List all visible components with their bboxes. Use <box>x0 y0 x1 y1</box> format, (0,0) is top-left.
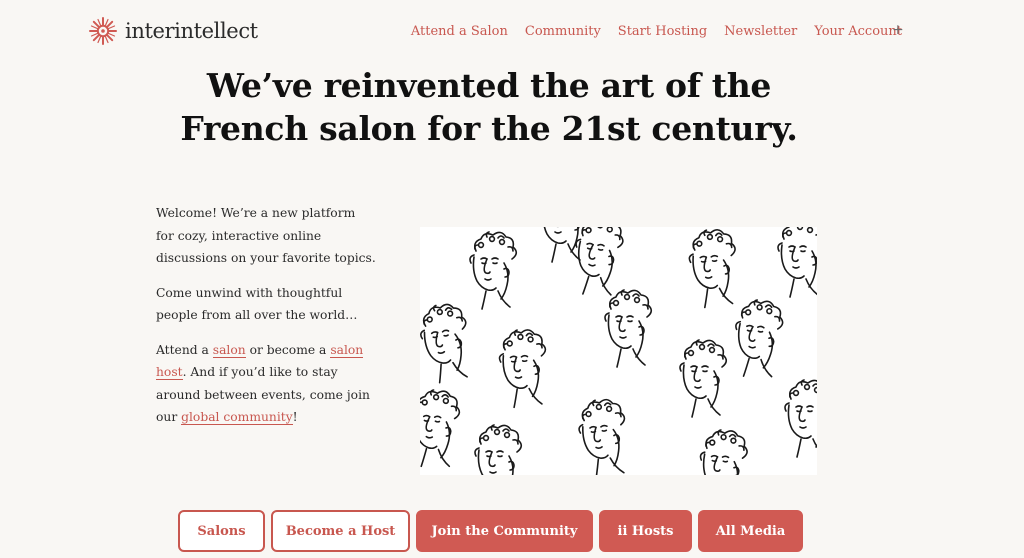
become-a-host-button[interactable]: Become a Host <box>271 510 410 552</box>
ii-hosts-button[interactable]: ii Hosts <box>599 510 692 552</box>
nav-item-newsletter[interactable]: Newsletter <box>724 24 797 39</box>
intro-copy: Welcome! We’re a new platform for cozy, … <box>156 202 376 441</box>
intro-paragraph-1: Welcome! We’re a new platform for cozy, … <box>156 206 376 265</box>
nav-item-community[interactable]: Community <box>525 24 601 39</box>
page: interintellect Attend a Salon Community … <box>0 0 1024 558</box>
cta-button-row: Salons Become a Host Join the Community … <box>178 510 803 552</box>
intro-paragraph-2: Come unwind with thoughtful people from … <box>156 285 358 323</box>
nav-expand-icon[interactable]: + <box>892 22 904 38</box>
site-logo[interactable]: interintellect <box>88 16 258 46</box>
line-drawn-classical-heads-pattern <box>420 227 817 475</box>
headline-line-2: French salon for the 21st century. <box>180 109 798 148</box>
nav-item-your-account[interactable]: Your Account <box>814 24 902 39</box>
all-media-button[interactable]: All Media <box>698 510 803 552</box>
main-nav: Attend a Salon Community Start Hosting N… <box>411 24 902 39</box>
intro-text: ! <box>292 410 298 424</box>
salons-button[interactable]: Salons <box>178 510 265 552</box>
brand-name: interintellect <box>125 19 258 43</box>
global-community-link[interactable]: global community <box>181 410 293 425</box>
star-burst-icon <box>89 17 117 45</box>
intro-text: Attend a <box>156 342 213 357</box>
salon-link[interactable]: salon <box>212 342 246 358</box>
classical-heads-illustration <box>420 227 817 475</box>
headline-line-1: We’ve reinvented the art of the <box>206 66 772 105</box>
join-the-community-button[interactable]: Join the Community <box>416 510 593 552</box>
page-headline: We’ve reinvented the art of the French s… <box>0 64 978 150</box>
nav-item-attend-a-salon[interactable]: Attend a Salon <box>411 24 508 39</box>
intro-paragraph-3: Attend a salon or become a salon host. A… <box>156 339 376 429</box>
intro-text: or become a <box>245 342 331 357</box>
nav-item-start-hosting[interactable]: Start Hosting <box>618 24 707 39</box>
